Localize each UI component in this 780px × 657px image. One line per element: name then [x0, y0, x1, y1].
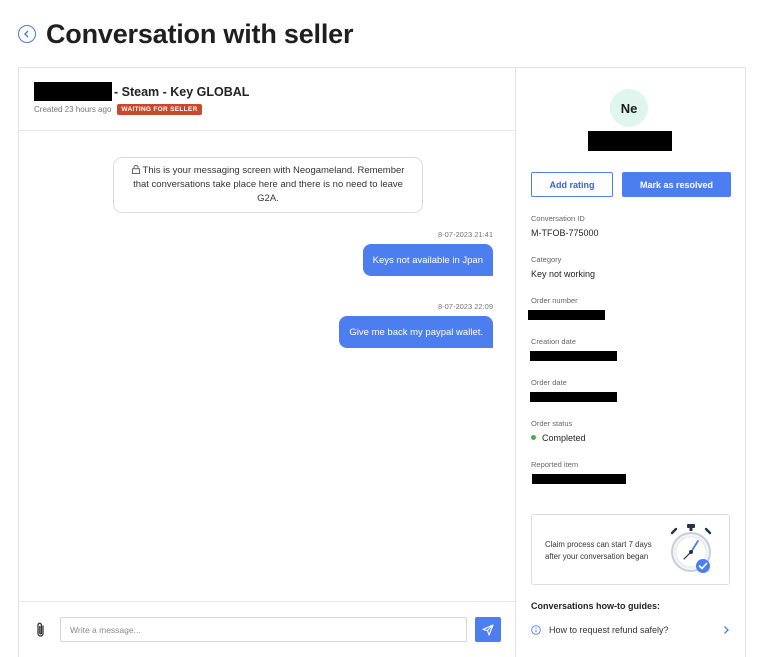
page-title: Conversation with seller [46, 18, 354, 49]
redacted-product-name [34, 82, 112, 101]
category-value: Key not working [531, 269, 596, 279]
order-number-label: Order number [531, 296, 578, 305]
back-button[interactable] [18, 25, 36, 43]
product-title-suffix: - Steam - Key GLOBAL [114, 84, 250, 99]
redacted-reported-item [532, 474, 626, 484]
back-arrow-icon [24, 30, 29, 38]
send-button[interactable] [475, 617, 501, 642]
conversation-id-label: Conversation ID [531, 214, 585, 223]
paperclip-icon[interactable] [34, 621, 48, 639]
message-timestamp: 8-07-2023 21:41 [437, 230, 493, 239]
guides-title: Conversations how-to guides: [531, 601, 661, 611]
creation-date-label: Creation date [531, 337, 577, 346]
conversation-card: - Steam - Key GLOBAL Created 23 hours ag… [18, 67, 746, 657]
conversation-id-value: M-TFOB-775000 [531, 228, 599, 238]
redacted-order-date [530, 392, 617, 402]
redacted-creation-date [530, 351, 617, 361]
created-time: Created 23 hours ago [34, 105, 112, 114]
guide-label: How to request refund safely? [549, 625, 669, 635]
info-notice: This is your messaging screen with Neoga… [113, 157, 423, 213]
mark-resolved-button[interactable]: Mark as resolved [622, 172, 731, 197]
status-badge: WAITING FOR SELLER [117, 104, 202, 115]
send-icon [482, 623, 494, 636]
message-bubble: Give me back my paypal wallet. [339, 316, 493, 348]
seller-avatar: Ne [610, 89, 648, 127]
info-notice-text: This is your messaging screen with Neoga… [133, 165, 405, 204]
category-label: Category [531, 255, 562, 264]
info-icon [531, 625, 541, 635]
chevron-right-icon [724, 626, 729, 634]
message-composer [19, 601, 515, 657]
reported-item-label: Reported item [531, 460, 579, 469]
message-timestamp: 8-07-2023 22:09 [437, 302, 493, 311]
order-date-label: Order date [531, 378, 567, 387]
conversation-meta: Created 23 hours ago WAITING FOR SELLER [34, 104, 202, 115]
product-title: - Steam - Key GLOBAL [34, 82, 249, 101]
claim-text: Claim process can start 7 days after you… [545, 540, 652, 561]
chat-panel: - Steam - Key GLOBAL Created 23 hours ag… [19, 68, 516, 657]
message-input[interactable] [60, 617, 467, 642]
status-dot [531, 435, 536, 440]
guide-link-refund[interactable]: How to request refund safely? [531, 622, 730, 638]
order-status-label: Order status [531, 419, 573, 428]
order-status-text: Completed [542, 433, 586, 443]
page-header: Conversation with seller [18, 14, 353, 54]
chat-header: - Steam - Key GLOBAL Created 23 hours ag… [19, 68, 515, 131]
details-panel: Ne Add rating Mark as resolved Conversat… [516, 68, 747, 657]
order-status-value: Completed [531, 433, 586, 443]
lock-icon [131, 165, 140, 174]
message-bubble: Keys not available in Jpan [362, 244, 493, 276]
redacted-seller-name [588, 131, 672, 151]
stopwatch-icon [670, 524, 712, 573]
add-rating-button[interactable]: Add rating [531, 172, 613, 197]
claim-info-box: Claim process can start 7 days after you… [531, 514, 730, 585]
redacted-order-number [528, 310, 605, 320]
